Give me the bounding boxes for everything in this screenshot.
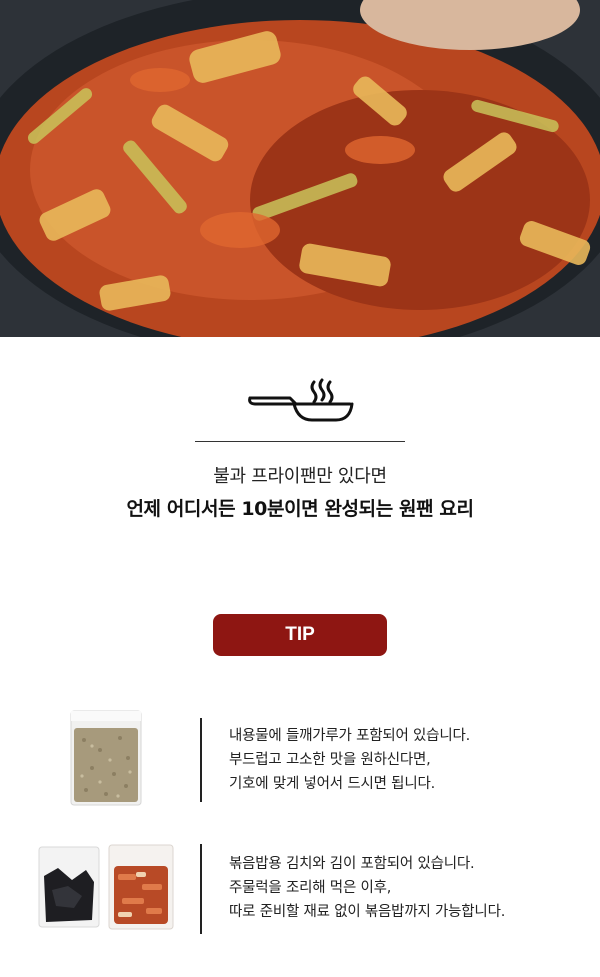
tip-item-perilla: 내용물에 들깨가루가 포함되어 있습니다. 부드럽고 고소한 맛을 원하신다면,… bbox=[0, 706, 600, 806]
hero-food-photo bbox=[0, 0, 600, 337]
tip-item-fried-rice: 볶음밥용 김치와 김이 포함되어 있습니다. 주물럭을 조리해 먹은 이후, 따… bbox=[0, 838, 600, 938]
frying-pan-icon bbox=[246, 378, 354, 424]
tip-divider-bar bbox=[200, 844, 202, 934]
tip-badge: TIP bbox=[213, 614, 387, 656]
tip-divider-bar bbox=[200, 718, 202, 802]
tip-text-line: 주물럭을 조리해 먹은 이후, bbox=[229, 880, 392, 896]
tip-text-2: 볶음밥용 김치와 김이 포함되어 있습니다. 주물럭을 조리해 먹은 이후, 따… bbox=[229, 852, 505, 924]
perilla-powder-pack-image bbox=[70, 710, 142, 806]
tip-text-line: 볶음밥용 김치와 김이 포함되어 있습니다. bbox=[229, 856, 475, 872]
tip-text-1: 내용물에 들깨가루가 포함되어 있습니다. 부드럽고 고소한 맛을 원하신다면,… bbox=[229, 724, 470, 796]
intro-line-1: 불과 프라이팬만 있다면 bbox=[213, 466, 387, 487]
tip-text-line: 따로 준비할 재료 없이 볶음밥까지 가능합니다. bbox=[229, 904, 506, 920]
section-divider bbox=[195, 441, 405, 442]
tip-text-line: 부드럽고 고소한 맛을 원하신다면, bbox=[229, 752, 431, 768]
seaweed-pack-image bbox=[38, 846, 100, 928]
tip-text-line: 내용물에 들깨가루가 포함되어 있습니다. bbox=[229, 728, 471, 744]
intro-line-2: 언제 어디서든 10분이면 완성되는 원팬 요리 bbox=[126, 498, 474, 520]
kimchi-pack-image bbox=[108, 844, 174, 930]
tip-text-line: 기호에 맞게 넣어서 드시면 됩니다. bbox=[229, 776, 436, 792]
